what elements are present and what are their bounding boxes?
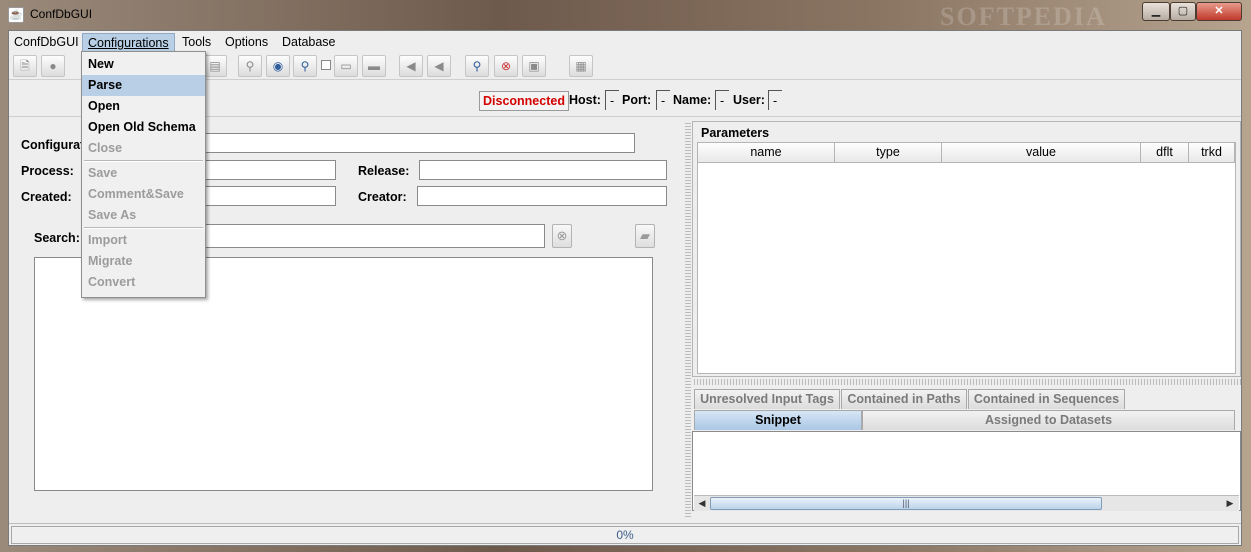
menu-item-open[interactable]: Open (82, 96, 205, 117)
menu-item-migrate[interactable]: Migrate (82, 251, 205, 272)
menu-item-convert[interactable]: Convert (82, 272, 205, 293)
new-config-icon[interactable]: 🗎 (13, 55, 37, 77)
horizontal-splitter[interactable] (692, 379, 1241, 385)
scroll-right-icon[interactable]: ▶ (1223, 497, 1237, 510)
menu-bar: ConfDbGUI Configurations Tools Options D… (9, 31, 1241, 53)
export-icon[interactable]: ▣ (522, 55, 546, 77)
zoom-icon[interactable]: ⚲ (238, 55, 262, 77)
back-arrow-icon[interactable]: ◀ (427, 55, 451, 77)
truck-icon[interactable]: ▰ (635, 224, 655, 248)
eye-icon[interactable]: ◉ (266, 55, 290, 77)
menu-tools[interactable]: Tools (177, 33, 216, 53)
parameters-panel: Parameters name type value dflt trkd (692, 121, 1241, 377)
column-header-dflt[interactable]: dflt (1141, 143, 1189, 163)
column-header-name[interactable]: name (698, 143, 835, 163)
database-search-icon[interactable]: ⚲ (465, 55, 489, 77)
status-bar: 0% (9, 523, 1241, 545)
search-icon[interactable]: ⚲ (293, 55, 317, 77)
application-window: ☕ ConfDbGUI SOFTPEDIA ▁ ▢ ✕ ConfDbGUI Co… (0, 0, 1251, 552)
host-label: Host: (569, 93, 601, 107)
configuration-label: Configurati (21, 138, 88, 152)
creator-label: Creator: (358, 190, 407, 204)
creator-field[interactable] (417, 186, 667, 206)
menu-item-save[interactable]: Save (82, 163, 205, 184)
tab-snippet[interactable]: Snippet (694, 410, 862, 430)
process-field[interactable] (205, 160, 336, 180)
created-label: Created: (21, 190, 72, 204)
user-label: User: (733, 93, 765, 107)
title-bar: ☕ ConfDbGUI SOFTPEDIA ▁ ▢ ✕ (0, 0, 1251, 31)
snippet-text-area[interactable]: ◀ ||| ▶ (692, 431, 1241, 511)
progress-bar: 0% (11, 526, 1239, 544)
menu-confdbgui[interactable]: ConfDbGUI (9, 33, 84, 53)
menu-separator (84, 227, 203, 229)
record-icon[interactable]: ● (41, 55, 65, 77)
port-label: Port: (622, 93, 652, 107)
connection-status: Disconnected (479, 91, 569, 111)
release-field[interactable] (419, 160, 667, 180)
window-icon[interactable]: ▬ (362, 55, 386, 77)
minimize-button[interactable]: ▁ (1142, 2, 1170, 21)
tab-contained-in-paths[interactable]: Contained in Paths (841, 389, 967, 409)
menu-item-open-old-schema[interactable]: Open Old Schema (82, 117, 205, 138)
process-label: Process: (21, 164, 74, 178)
column-header-trkd[interactable]: trkd (1189, 143, 1235, 163)
menu-item-import[interactable]: Import (82, 230, 205, 251)
menu-item-parse[interactable]: Parse (82, 75, 205, 96)
menu-item-new[interactable]: New (82, 54, 205, 75)
host-value: - (605, 90, 619, 110)
menu-item-comment-save[interactable]: Comment&Save (82, 184, 205, 205)
release-label: Release: (358, 164, 410, 178)
tab-contained-in-sequences[interactable]: Contained in Sequences (968, 389, 1125, 409)
menu-database[interactable]: Database (277, 33, 341, 53)
search-input[interactable] (205, 224, 545, 248)
menu-options[interactable]: Options (220, 33, 273, 53)
scroll-left-icon[interactable]: ◀ (695, 497, 709, 510)
delete-icon[interactable]: ⊗ (494, 55, 518, 77)
left-arrow-icon[interactable]: ◀ (399, 55, 423, 77)
column-header-value[interactable]: value (942, 143, 1141, 163)
vertical-splitter[interactable] (685, 121, 691, 517)
clear-search-icon[interactable]: ⊗ (552, 224, 572, 248)
search-label: Search: (34, 231, 80, 245)
tab-assigned-to-datasets[interactable]: Assigned to Datasets (862, 410, 1235, 430)
tab-unresolved-input-tags[interactable]: Unresolved Input Tags (694, 389, 840, 409)
port-value: - (656, 90, 670, 110)
menu-item-close[interactable]: Close (82, 138, 205, 159)
java-app-icon: ☕ (8, 7, 24, 23)
column-header-type[interactable]: type (835, 143, 942, 163)
configuration-field[interactable] (205, 133, 635, 153)
horizontal-scrollbar[interactable]: ◀ ||| ▶ (694, 495, 1239, 511)
configurations-dropdown-menu: New Parse Open Open Old Schema Close Sav… (81, 51, 206, 298)
menu-separator (84, 160, 203, 162)
name-value: - (715, 90, 729, 110)
parameters-title: Parameters (699, 126, 772, 140)
name-label: Name: (673, 93, 712, 107)
watermark: SOFTPEDIA (940, 2, 1107, 31)
menu-item-save-as[interactable]: Save As (82, 205, 205, 226)
window-title: ConfDbGUI (30, 7, 93, 21)
checkbox-icon[interactable] (321, 60, 331, 70)
menu-configurations[interactable]: Configurations (82, 33, 175, 53)
parameters-table[interactable]: name type value dflt trkd (697, 142, 1236, 374)
close-window-button[interactable]: ✕ (1196, 2, 1242, 21)
settings-icon[interactable]: ▦ (569, 55, 593, 77)
document-icon[interactable]: ▭ (334, 55, 358, 77)
user-value: - (768, 90, 782, 110)
created-field[interactable] (205, 186, 336, 206)
maximize-button[interactable]: ▢ (1170, 2, 1196, 21)
edit-icon[interactable]: ▤ (203, 55, 227, 77)
scroll-thumb[interactable]: ||| (710, 497, 1102, 510)
